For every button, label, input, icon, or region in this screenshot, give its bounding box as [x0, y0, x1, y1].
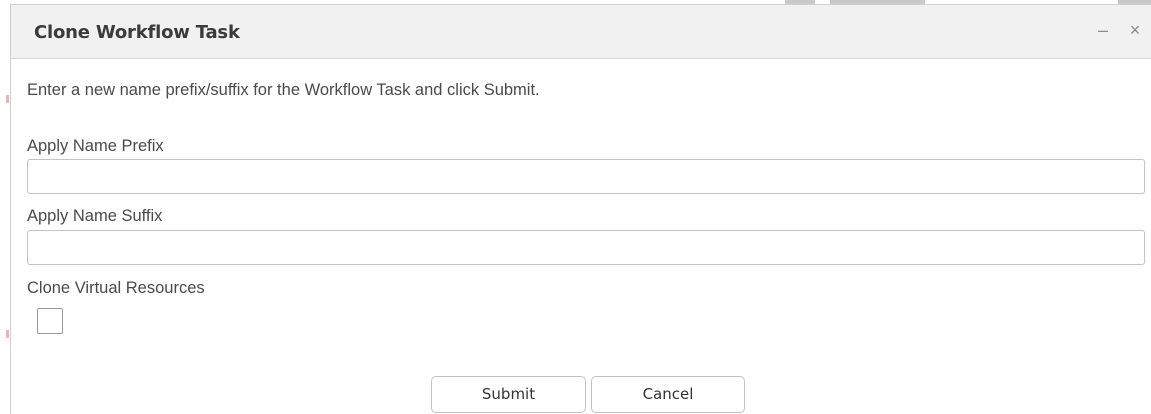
prefix-label: Apply Name Prefix [27, 137, 164, 155]
page: Clone Workflow Task – × Enter a new name… [0, 0, 1151, 414]
close-icon[interactable]: × [1124, 19, 1146, 41]
dialog-titlebar: Clone Workflow Task – × [11, 5, 1151, 59]
dialog-title: Clone Workflow Task [34, 22, 240, 43]
clone-virtual-resources-label: Clone Virtual Resources [27, 279, 205, 297]
suffix-label: Apply Name Suffix [27, 207, 163, 225]
name-suffix-input[interactable] [27, 230, 1145, 265]
cancel-button[interactable]: Cancel [591, 376, 745, 413]
clone-workflow-task-dialog: Clone Workflow Task – × Enter a new name… [10, 4, 1151, 414]
minimize-icon[interactable]: – [1092, 19, 1114, 41]
instructions-text: Enter a new name prefix/suffix for the W… [27, 81, 540, 99]
submit-button[interactable]: Submit [431, 376, 586, 413]
clone-virtual-resources-checkbox[interactable] [37, 308, 63, 334]
name-prefix-input[interactable] [27, 159, 1145, 194]
background-mark [6, 330, 9, 338]
background-mark [6, 95, 9, 103]
